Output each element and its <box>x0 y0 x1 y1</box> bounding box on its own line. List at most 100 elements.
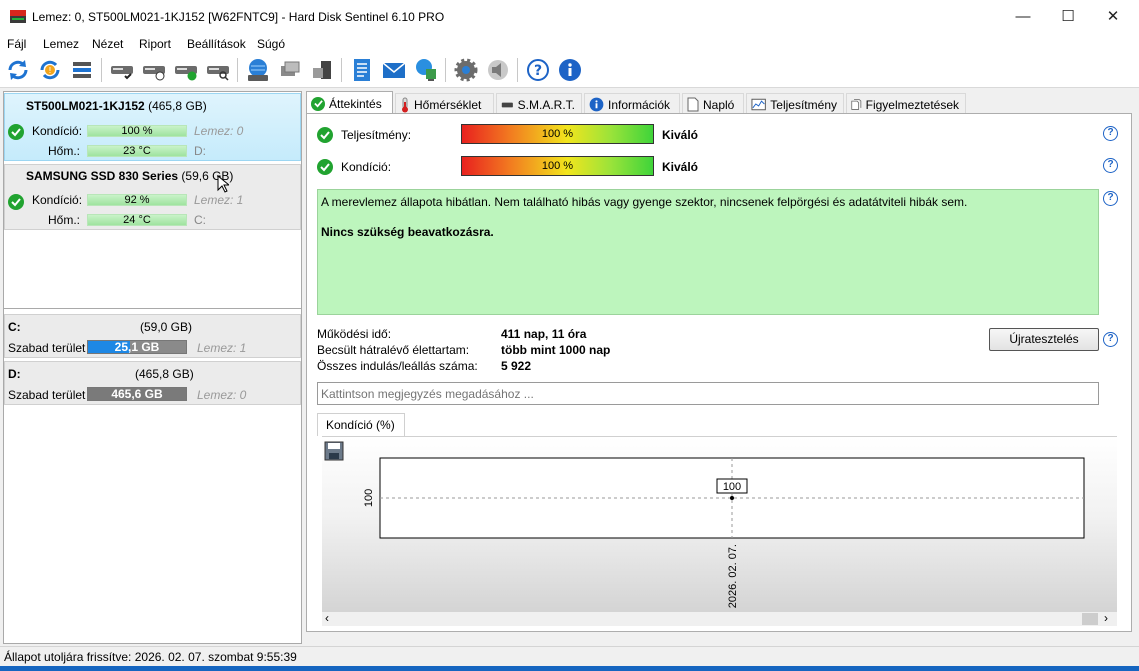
help-icon[interactable]: ? <box>1103 191 1118 206</box>
menu-disk[interactable]: Lemez <box>43 37 79 51</box>
tab-label: S.M.A.R.T. <box>517 97 575 112</box>
free-space-bar: 465,6 GB <box>87 387 187 401</box>
tab-log[interactable]: Napló <box>682 93 744 115</box>
uptime-value: 411 nap, 11 óra <box>501 327 587 341</box>
chart-icon <box>751 98 766 111</box>
maximize-button[interactable]: ☐ <box>1045 0 1091 34</box>
menu-settings[interactable]: Beállítások <box>187 37 246 51</box>
menu-report[interactable]: Riport <box>139 37 171 51</box>
condition-bar: 92 % <box>87 194 187 206</box>
check-icon <box>8 194 24 210</box>
check-icon <box>311 96 325 111</box>
taskbar-strip <box>0 666 1139 671</box>
performance-rating: Kiváló <box>662 128 699 142</box>
disk-list-icon[interactable] <box>68 56 96 84</box>
refresh-icon[interactable] <box>4 56 32 84</box>
condition-label: Kondíció: <box>32 193 83 207</box>
disk-card-0[interactable]: ST500LM021-1KJ152 (465,8 GB) Kondíció: 1… <box>4 93 301 161</box>
tab-smart[interactable]: S.M.A.R.T. <box>496 93 582 115</box>
condition-label: Kondíció: <box>32 124 83 138</box>
status-box: A merevlemez állapota hibátlan. Nem talá… <box>317 189 1099 315</box>
retest-button[interactable]: Újratesztelés <box>989 328 1099 351</box>
free-space-value: 465,6 GB <box>111 387 163 401</box>
speaker-icon[interactable] <box>484 56 512 84</box>
network-icon[interactable] <box>276 56 304 84</box>
info-icon <box>589 97 604 112</box>
chart-tab[interactable]: Kondíció (%) <box>317 413 405 436</box>
volume-letter: D: <box>8 367 21 381</box>
tab-information[interactable]: Információk <box>584 93 680 115</box>
scroll-right-arrow-icon[interactable]: › <box>1104 611 1108 625</box>
volume-card-c[interactable]: C: (59,0 GB) Szabad terület 25,1 GB Leme… <box>4 314 301 358</box>
free-space-value: 25,1 GB <box>114 340 160 354</box>
tab-label: Hőmérséklet <box>414 97 482 112</box>
title-bar: Lemez: 0, ST500LM021-1KJ152 [W62FNTC9] -… <box>0 0 1139 34</box>
tab-temperature[interactable]: Hőmérséklet <box>395 93 494 115</box>
volume-letter: C: <box>8 320 21 334</box>
lifetime-value: több mint 1000 nap <box>501 343 611 357</box>
tab-label: Információk <box>608 97 671 112</box>
mouse-cursor-icon <box>217 175 229 193</box>
documents-icon <box>851 99 862 110</box>
report-icon[interactable] <box>348 56 376 84</box>
app-icon <box>10 10 26 23</box>
settings-gear-icon[interactable] <box>452 56 480 84</box>
globe-disk-icon[interactable] <box>244 56 272 84</box>
uptime-label: Működési idő: <box>317 327 392 341</box>
scroll-left-arrow-icon[interactable]: ‹ <box>325 611 329 625</box>
help-icon[interactable]: ? <box>1103 158 1118 173</box>
tab-label: Figyelmeztetések <box>865 97 959 112</box>
disk-check-icon[interactable] <box>108 56 136 84</box>
check-icon <box>8 124 24 140</box>
svg-text:?: ? <box>534 63 542 79</box>
chart-area: 100 2026. 02. 07. 100 <box>322 436 1117 612</box>
disk-search-icon[interactable] <box>204 56 232 84</box>
data-point <box>730 496 734 500</box>
status-bar: Állapot utoljára frissítve: 2026. 02. 07… <box>0 646 1139 666</box>
help-icon[interactable]: ? <box>524 56 552 84</box>
window-title: Lemez: 0, ST500LM021-1KJ152 [W62FNTC9] -… <box>32 10 445 24</box>
temperature-bar: 23 °C <box>87 145 187 157</box>
help-icon[interactable]: ? <box>1103 126 1118 141</box>
minimize-button[interactable]: — <box>1000 0 1046 34</box>
info-icon[interactable] <box>556 56 584 84</box>
volume-size: (465,8 GB) <box>135 367 194 381</box>
network-monitor-icon[interactable] <box>412 56 440 84</box>
disk-icon <box>501 102 513 107</box>
status-action: Nincs szükség beavatkozásra. <box>321 225 494 239</box>
note-input[interactable] <box>317 382 1099 405</box>
check-icon <box>317 127 333 143</box>
condition-rating: Kiváló <box>662 160 699 174</box>
tab-overview[interactable]: Áttekintés <box>306 91 393 115</box>
menu-view[interactable]: Nézet <box>92 37 123 51</box>
scroll-thumb[interactable] <box>1082 613 1098 625</box>
chart-scrollbar[interactable]: ‹ › <box>322 611 1117 626</box>
tab-label: Teljesítmény <box>770 97 837 112</box>
menu-file[interactable]: Fájl <box>7 37 26 51</box>
chart-svg: 100 2026. 02. 07. 100 <box>363 457 1085 608</box>
server-icon[interactable] <box>308 56 336 84</box>
close-button[interactable]: ✕ <box>1090 0 1136 34</box>
disk-ref: Lemez: 0 <box>197 388 247 402</box>
disk-name: SAMSUNG SSD 830 Series <box>26 169 179 183</box>
menu-help[interactable]: Súgó <box>257 37 285 51</box>
toolbar: ! ? <box>0 54 1139 88</box>
last-refresh-text: Állapot utoljára frissítve: 2026. 02. 07… <box>4 650 297 664</box>
email-icon[interactable] <box>380 56 408 84</box>
condition-bar: 100 % <box>87 125 187 137</box>
tab-performance[interactable]: Teljesítmény <box>746 93 844 115</box>
drive-letter: D: <box>194 144 206 158</box>
disk-ok-icon[interactable] <box>172 56 200 84</box>
disk-size: (465,8 GB) <box>148 99 207 113</box>
disk-card-1[interactable]: SAMSUNG SSD 830 Series (59,6 GB) Kondíci… <box>4 164 301 230</box>
data-label: 100 <box>723 481 741 493</box>
tab-alerts[interactable]: Figyelmeztetések <box>846 93 966 115</box>
disk-ref: Lemez: 0 <box>194 124 244 138</box>
help-icon[interactable]: ? <box>1103 332 1118 347</box>
volume-card-d[interactable]: D: (465,8 GB) Szabad terület 465,6 GB Le… <box>4 361 301 405</box>
refresh-warning-icon[interactable]: ! <box>36 56 64 84</box>
disk-clock-icon[interactable] <box>140 56 168 84</box>
disk-name: ST500LM021-1KJ152 <box>26 99 145 113</box>
x-tick-label: 2026. 02. 07. <box>727 544 739 608</box>
temperature-bar: 24 °C <box>87 214 187 226</box>
